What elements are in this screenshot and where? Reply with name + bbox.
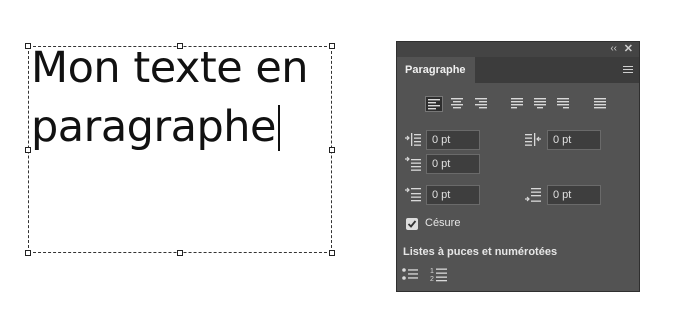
- space-after-icon: [525, 188, 541, 202]
- space-before-icon: [405, 187, 421, 202]
- frame-handle-bottom-right[interactable]: [329, 250, 335, 256]
- text-line-2: paragraphe: [31, 98, 308, 157]
- text-frame[interactable]: Mon texte en paragraphe: [25, 43, 335, 256]
- collapse-panel-icon[interactable]: ‹‹: [610, 43, 617, 54]
- tab-paragraphe[interactable]: Paragraphe: [397, 57, 475, 83]
- indent-left-icon: [405, 133, 421, 146]
- close-panel-icon[interactable]: ✕: [624, 42, 633, 55]
- align-left-button[interactable]: [425, 96, 443, 112]
- indent-first-line-field[interactable]: 0 pt: [426, 154, 480, 174]
- justify-all-icon: [594, 98, 606, 109]
- hyphenation-label: Césure: [425, 217, 461, 229]
- svg-text:2: 2: [430, 276, 434, 283]
- text-line-1: Mon texte en: [31, 43, 309, 93]
- indent-left-field[interactable]: 0 pt: [426, 130, 480, 150]
- indent-right-icon: [525, 133, 541, 146]
- frame-handle-top-right[interactable]: [329, 43, 335, 49]
- text-line-2-content: paragraphe: [31, 102, 277, 152]
- justify-last-left-icon: [511, 98, 523, 109]
- justify-last-right-button[interactable]: [555, 96, 573, 112]
- space-after-field[interactable]: 0 pt: [547, 185, 601, 205]
- justify-last-center-icon: [534, 98, 546, 109]
- align-right-icon: [475, 98, 487, 109]
- numbered-list-button[interactable]: 1 2: [430, 266, 448, 284]
- justify-all-button[interactable]: [592, 96, 610, 112]
- align-center-icon: [451, 98, 463, 109]
- bulleted-list-button[interactable]: [401, 266, 419, 284]
- paragraph-panel: ‹‹ ✕ Paragraphe 0 pt 0 pt 0 pt 0 pt 0 pt…: [396, 41, 640, 292]
- align-center-button[interactable]: [449, 96, 467, 112]
- svg-text:1: 1: [430, 268, 434, 275]
- justify-last-left-button[interactable]: [509, 96, 527, 112]
- indent-first-line-icon: [405, 156, 421, 171]
- frame-handle-middle-right[interactable]: [329, 147, 335, 153]
- justify-last-center-button[interactable]: [532, 96, 550, 112]
- space-before-field[interactable]: 0 pt: [426, 185, 480, 205]
- text-caret: [278, 105, 280, 151]
- panel-tab-bar: Paragraphe: [397, 57, 639, 83]
- hyphenation-checkbox[interactable]: [406, 218, 418, 230]
- lists-section-title: Listes à puces et numérotées: [403, 246, 558, 258]
- indent-right-field[interactable]: 0 pt: [547, 130, 601, 150]
- justify-last-right-icon: [557, 98, 569, 109]
- align-left-icon: [428, 99, 440, 110]
- numbered-list-icon: 1 2: [430, 268, 447, 283]
- panel-titlebar: ‹‹ ✕: [397, 42, 639, 57]
- bulleted-list-icon: [402, 268, 418, 280]
- frame-handle-bottom-left[interactable]: [25, 250, 31, 256]
- panel-menu-icon[interactable]: [623, 66, 633, 74]
- frame-handle-bottom-center[interactable]: [177, 250, 183, 256]
- align-right-button[interactable]: [473, 96, 491, 112]
- paragraph-text[interactable]: Mon texte en paragraphe: [31, 39, 309, 157]
- checkmark-icon: [407, 220, 417, 228]
